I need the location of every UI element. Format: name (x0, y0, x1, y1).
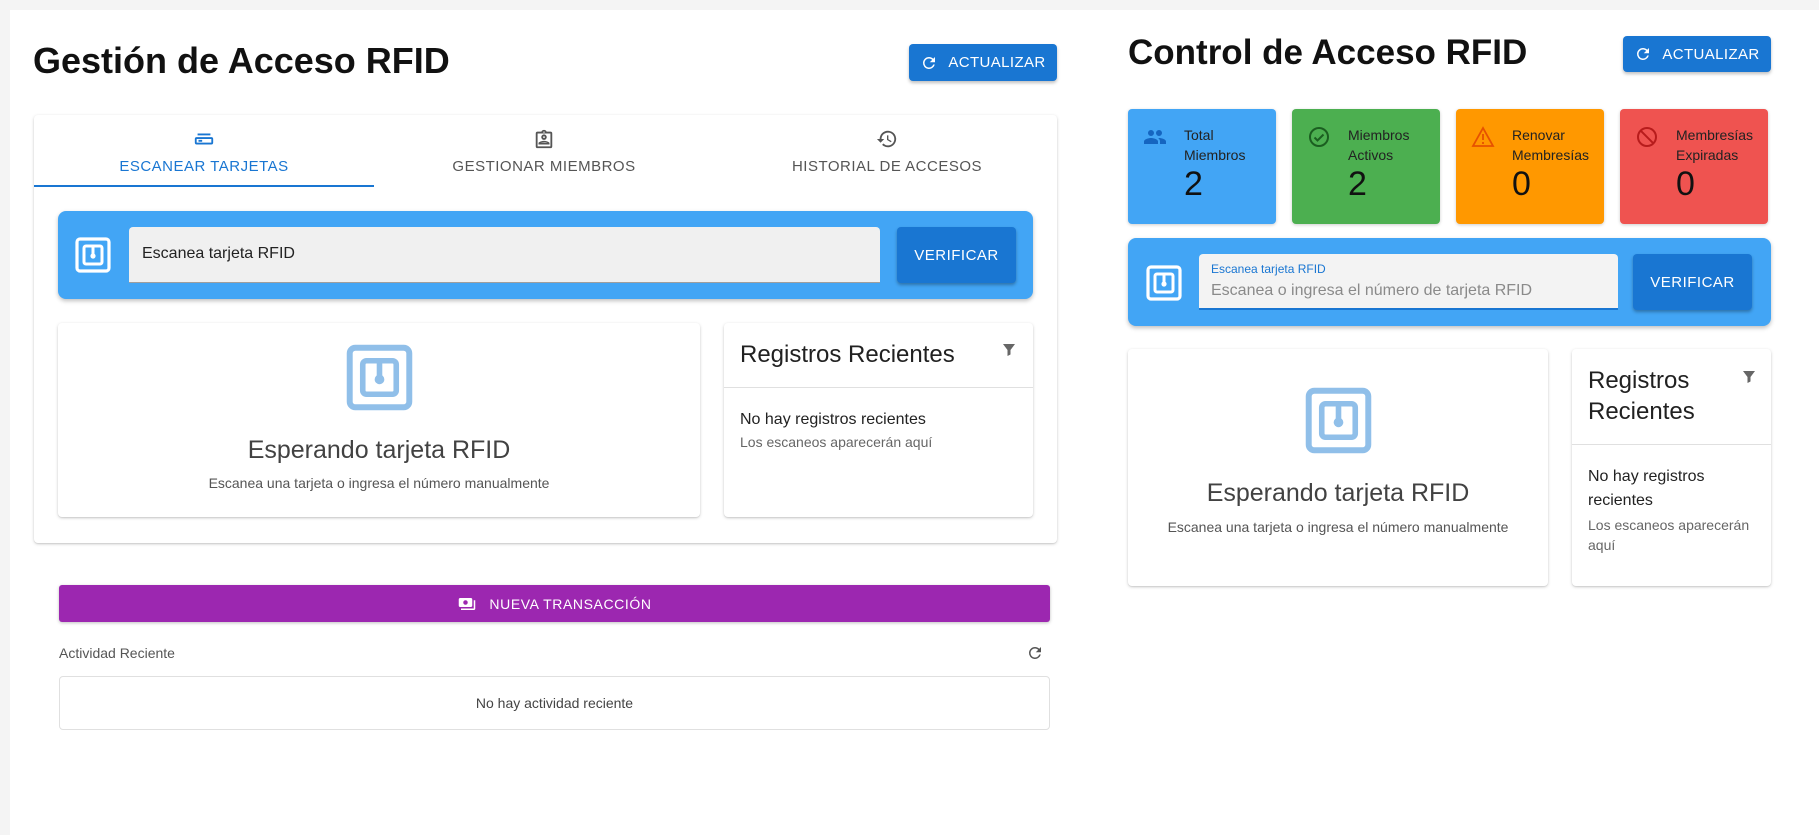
money-icon (459, 597, 476, 610)
stat-label: Membresías Expiradas (1676, 127, 1754, 163)
scan-bar: Escanea tarjeta RFID VERIFICAR (58, 211, 1033, 299)
rfid-large-icon (346, 344, 413, 411)
stat-label: Total Miembros (1184, 127, 1246, 163)
tab-label: ESCANEAR TARJETAS (119, 157, 289, 175)
refresh-icon (923, 56, 936, 69)
history-icon (876, 130, 897, 147)
refresh-button[interactable]: ACTUALIZAR (909, 44, 1057, 81)
stat-value: 2 (1348, 165, 1367, 203)
stat-value: 0 (1676, 165, 1695, 203)
waiting-title: Esperando tarjeta RFID (247, 436, 511, 464)
filter-icon[interactable] (1000, 341, 1018, 359)
waiting-subtitle: Escanea una tarjeta o ingresa el número … (1167, 519, 1509, 535)
scanner-card: ESCANEAR TARJETAS GESTIONAR MIEMBROS HIS… (34, 115, 1057, 543)
divider (724, 387, 1033, 388)
scan-input-label: Escanea tarjeta RFID (1211, 262, 1326, 276)
tab-label: GESTIONAR MIEMBROS (452, 157, 636, 175)
recent-records-title: Registros Recientes (1588, 367, 1695, 425)
recent-activity-list: No hay actividad reciente (59, 676, 1050, 730)
recent-empty-subtitle: Los escaneos aparecerán aquí (1588, 517, 1750, 553)
refresh-icon[interactable] (1026, 644, 1044, 662)
badge-icon (535, 129, 553, 148)
recent-empty-title: No hay registros recientes (1588, 468, 1705, 509)
recent-empty-subtitle: Los escaneos aparecerán aquí (740, 434, 933, 450)
tab-label: HISTORIAL DE ACCESOS (791, 157, 983, 175)
waiting-card: Esperando tarjeta RFID Escanea una tarje… (58, 323, 700, 517)
page: Gestión de Acceso RFID ACTUALIZAR ESCANE… (10, 10, 1819, 835)
rfid-large-icon (1305, 387, 1372, 454)
refresh-label: ACTUALIZAR (1662, 45, 1760, 63)
stat-value: 2 (1184, 165, 1203, 203)
recent-records-title: Registros Recientes (740, 341, 955, 368)
rfid-icon (75, 237, 111, 278)
stat-value: 0 (1512, 165, 1531, 203)
new-transaction-button[interactable]: NUEVA TRANSACCIÓN (59, 585, 1050, 622)
verify-button[interactable]: VERIFICAR (897, 227, 1016, 283)
recent-activity-label: Actividad Reciente (59, 645, 175, 661)
tab-scan-cards[interactable]: ESCANEAR TARJETAS (34, 115, 374, 187)
waiting-title: Esperando tarjeta RFID (1206, 479, 1470, 507)
activity-empty-text: No hay actividad reciente (475, 695, 634, 711)
waiting-subtitle: Escanea una tarjeta o ingresa el número … (208, 475, 550, 491)
verify-button-right[interactable]: VERIFICAR (1633, 254, 1752, 310)
scan-input-value: Escanea tarjeta RFID (142, 245, 295, 262)
scan-bar-right: Escanea tarjeta RFID Escanea o ingresa e… (1128, 238, 1771, 326)
refresh-button-right[interactable]: ACTUALIZAR (1623, 36, 1771, 72)
people-icon (1144, 130, 1166, 144)
card-reader-icon (194, 133, 214, 144)
stat-total-members: Total Miembros 2 (1128, 109, 1276, 224)
page-title-right: Control de Acceso RFID (1128, 33, 1528, 72)
scan-input-right[interactable]: Escanea tarjeta RFID Escanea o ingresa e… (1199, 254, 1618, 310)
blocked-icon (1637, 127, 1657, 147)
check-circle-icon (1309, 127, 1329, 147)
refresh-icon (1637, 47, 1650, 60)
recent-records-card-right: Registros Recientes No hay registros recie… (1572, 349, 1771, 586)
tab-access-history[interactable]: HISTORIAL DE ACCESOS (717, 115, 1057, 187)
recent-empty-title: No hay registros recientes (740, 411, 926, 428)
stat-active-members: Miembros Activos 2 (1292, 109, 1440, 224)
stat-renew-memberships: Renovar Membresías 0 (1456, 109, 1604, 224)
warning-icon (1471, 126, 1495, 147)
stat-expired-memberships: Membresías Expiradas 0 (1620, 109, 1768, 224)
stat-label: Renovar Membresías (1512, 127, 1590, 163)
new-transaction-label: NUEVA TRANSACCIÓN (489, 595, 652, 612)
rfid-icon (1146, 265, 1182, 306)
scan-input-placeholder: Escanea o ingresa el número de tarjeta R… (1211, 282, 1533, 299)
filter-icon[interactable] (1740, 368, 1758, 386)
page-title: Gestión de Acceso RFID (33, 40, 450, 81)
stat-label: Miembros Activos (1348, 127, 1410, 163)
divider (1572, 444, 1771, 445)
tab-manage-members[interactable]: GESTIONAR MIEMBROS (374, 115, 714, 187)
active-tab-indicator (34, 185, 374, 187)
scan-input[interactable]: Escanea tarjeta RFID (129, 227, 880, 283)
waiting-card-right: Esperando tarjeta RFID Escanea una tarje… (1128, 349, 1548, 586)
recent-records-card: Registros Recientes No hay registros rec… (724, 323, 1033, 517)
refresh-label: ACTUALIZAR (948, 54, 1046, 71)
